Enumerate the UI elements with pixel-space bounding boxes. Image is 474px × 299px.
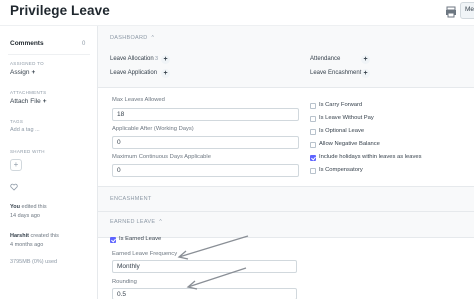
annotation-arrow	[177, 235, 249, 260]
annotation-arrow	[186, 267, 247, 290]
annotation-arrows	[177, 235, 249, 290]
